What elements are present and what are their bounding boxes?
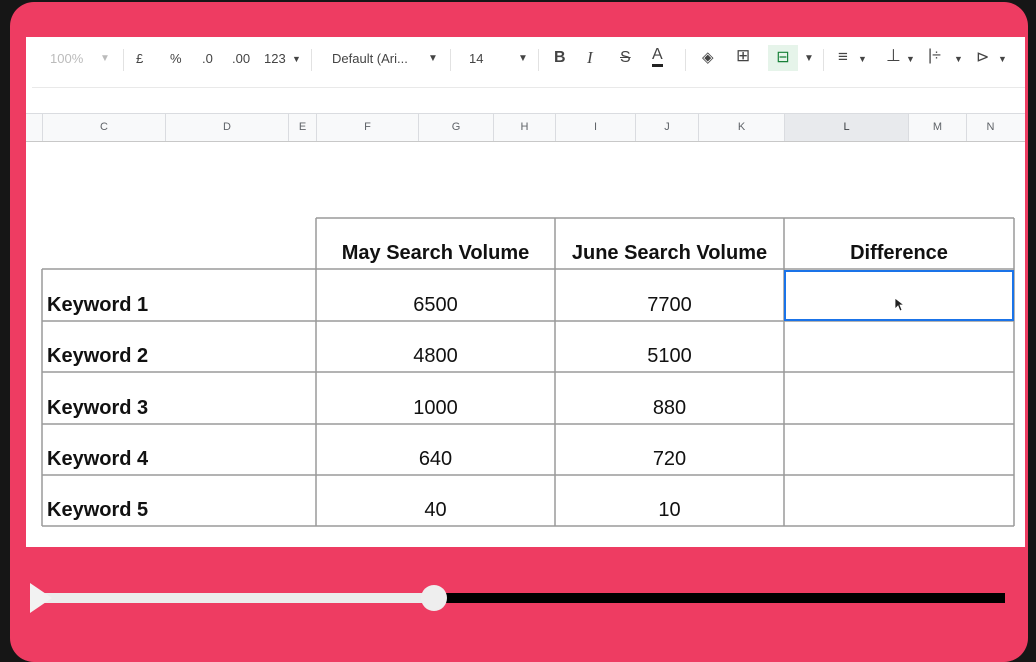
fill-color-icon[interactable]: ◈	[702, 48, 714, 66]
keyword-cell[interactable]: Keyword 2	[42, 321, 316, 372]
column-header-g[interactable]: G	[418, 114, 493, 141]
keyword-cell[interactable]: Keyword 4	[42, 424, 316, 475]
column-header-l[interactable]: L	[784, 114, 908, 141]
june-volume-cell[interactable]: 880	[555, 372, 784, 424]
difference-cell[interactable]	[784, 321, 1014, 372]
active-cell-selection[interactable]	[784, 270, 1014, 321]
column-header-f[interactable]: F	[316, 114, 418, 141]
align-vertical-icon[interactable]: ⊥	[886, 46, 901, 66]
june-volume-cell[interactable]: 720	[555, 424, 784, 475]
spreadsheet-view: 100% ▼ £ % .0 .00 123 ▼ Default (Ari... …	[26, 37, 1025, 547]
column-header-i[interactable]: I	[555, 114, 635, 141]
column-header-e[interactable]: E	[288, 114, 316, 141]
align-horizontal-icon[interactable]: ≡	[838, 47, 848, 67]
header-difference[interactable]: Difference	[784, 218, 1014, 269]
column-header-m[interactable]: M	[908, 114, 966, 141]
font-size-select[interactable]: 14	[469, 51, 483, 66]
keyword-cell[interactable]: Keyword 3	[42, 372, 316, 424]
font-select[interactable]: Default (Ari...	[332, 51, 408, 66]
difference-cell[interactable]	[784, 424, 1014, 475]
column-header-j[interactable]: J	[635, 114, 698, 141]
increase-decimal-button[interactable]: .00	[232, 51, 250, 66]
strikethrough-button[interactable]: S	[620, 49, 631, 67]
borders-icon[interactable]: ⊞	[736, 46, 750, 66]
text-color-button[interactable]: A	[652, 46, 663, 67]
header-june[interactable]: June Search Volume	[555, 218, 784, 269]
chevron-down-icon: ▼	[804, 53, 814, 64]
difference-cell[interactable]	[784, 372, 1014, 424]
chevron-down-icon: ▼	[100, 53, 110, 64]
formula-bar[interactable]	[32, 87, 1025, 110]
keyword-cell[interactable]: Keyword 1	[42, 269, 316, 321]
chevron-down-icon: ▼	[906, 54, 915, 64]
text-wrap-icon[interactable]: |÷	[928, 47, 941, 65]
chevron-down-icon: ▼	[518, 53, 528, 64]
merge-cells-icon[interactable]: ⊟	[768, 45, 798, 71]
column-header-d[interactable]: D	[165, 114, 288, 141]
chevron-down-icon: ▼	[858, 54, 867, 64]
may-volume-cell[interactable]: 40	[316, 475, 555, 526]
column-header-k[interactable]: K	[698, 114, 784, 141]
june-volume-cell[interactable]: 10	[555, 475, 784, 526]
header-may[interactable]: May Search Volume	[316, 218, 555, 269]
column-header-h[interactable]: H	[493, 114, 555, 141]
chevron-down-icon: ▼	[292, 54, 301, 64]
may-volume-cell[interactable]: 4800	[316, 321, 555, 372]
text-rotation-icon[interactable]: ⊳	[976, 47, 989, 67]
column-header-c[interactable]: C	[42, 114, 165, 141]
bold-button[interactable]: B	[554, 49, 566, 67]
percent-format-button[interactable]: %	[170, 51, 182, 66]
may-volume-cell[interactable]: 640	[316, 424, 555, 475]
difference-cell[interactable]	[784, 475, 1014, 526]
progress-track-remaining[interactable]	[434, 593, 1005, 603]
zoom-select[interactable]: 100%	[50, 51, 83, 66]
decrease-decimal-button[interactable]: .0	[202, 51, 213, 66]
june-volume-cell[interactable]: 7700	[555, 269, 784, 321]
column-header-n[interactable]: N	[966, 114, 1014, 141]
chevron-down-icon: ▼	[998, 54, 1007, 64]
italic-button[interactable]: I	[587, 48, 593, 68]
currency-format-button[interactable]: £	[136, 51, 143, 66]
june-volume-cell[interactable]: 5100	[555, 321, 784, 372]
mouse-cursor-icon	[894, 297, 906, 312]
chevron-down-icon: ▼	[954, 54, 963, 64]
may-volume-cell[interactable]: 6500	[316, 269, 555, 321]
progress-track-played[interactable]	[38, 593, 435, 603]
toolbar: 100% ▼ £ % .0 .00 123 ▼ Default (Ari... …	[26, 37, 1025, 83]
more-formats-button[interactable]: 123	[264, 51, 286, 66]
may-volume-cell[interactable]: 1000	[316, 372, 555, 424]
keyword-cell[interactable]: Keyword 5	[42, 475, 316, 526]
chevron-down-icon: ▼	[428, 53, 438, 64]
column-header-row: C D E F G H I J K L M N	[26, 113, 1025, 142]
play-icon[interactable]	[30, 583, 52, 613]
